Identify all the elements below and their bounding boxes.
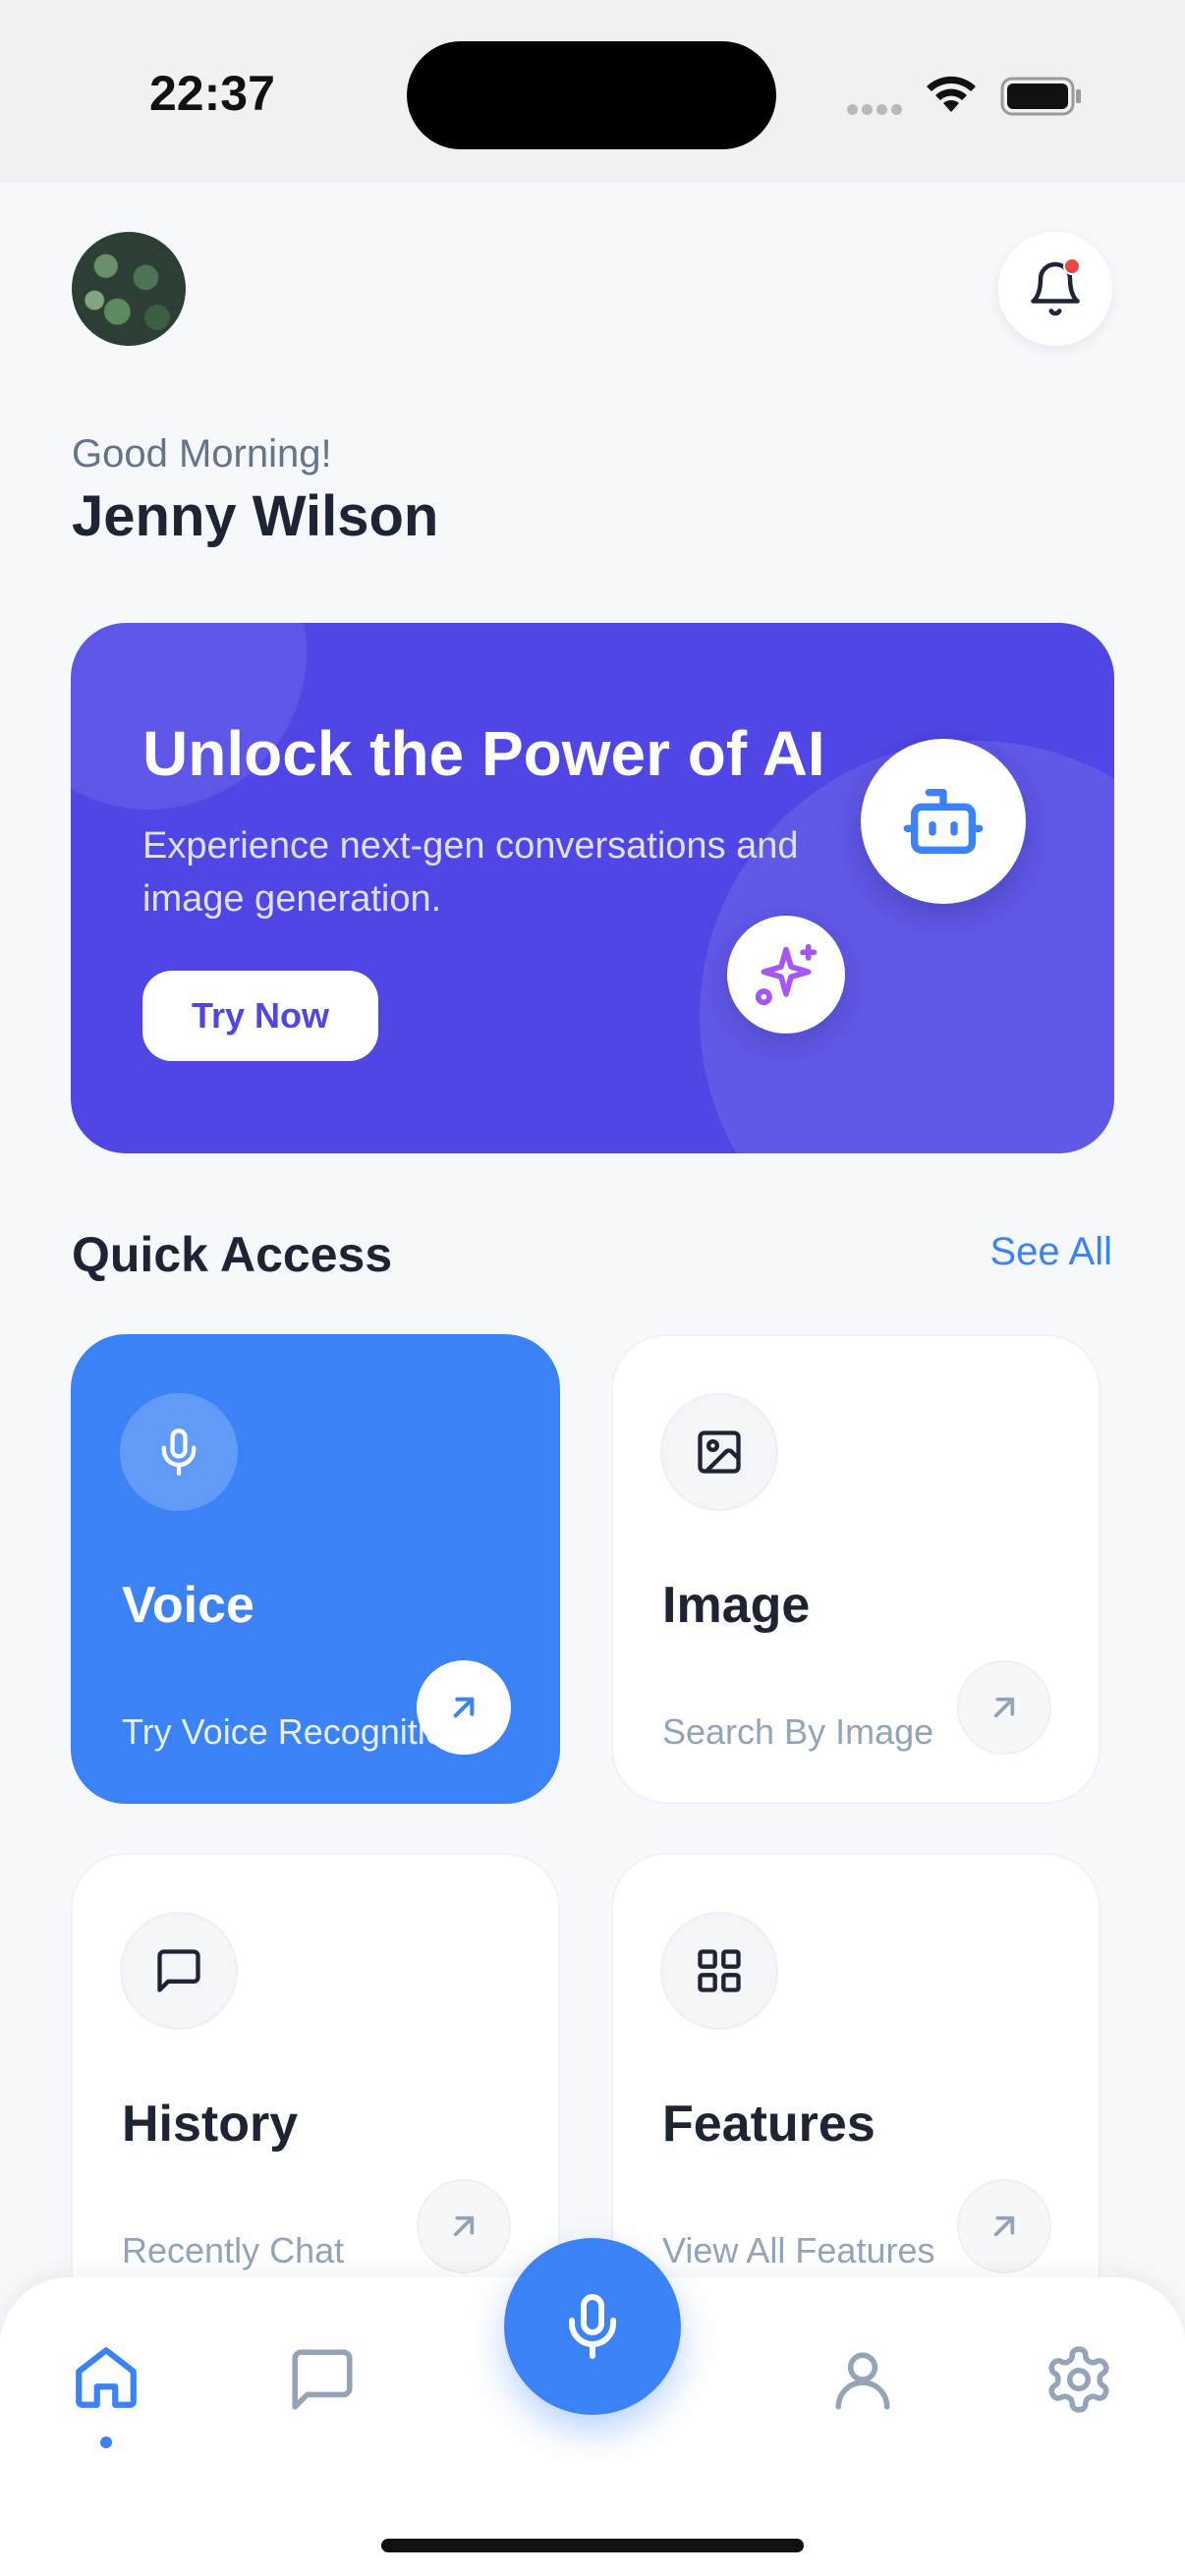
chat-bubble-icon [157,1949,200,1992]
nav-item-home[interactable] [57,2328,155,2427]
voice-record-button[interactable] [504,2238,681,2415]
notification-dot [1063,257,1081,275]
tile-open-button[interactable] [957,2179,1051,2273]
arrow-up-right-icon [993,2215,1015,2237]
greeting-text: Good Morning! [72,432,332,476]
image-icon [698,1430,741,1474]
arrow-up-right-icon [453,2215,475,2237]
tile-icon-wrap [660,1393,778,1511]
tile-icon-wrap [660,1912,778,2030]
user-name: Jenny Wilson [72,484,439,548]
wifi-icon [927,76,976,112]
home-icon [76,2347,137,2408]
tile-voice[interactable]: Voice Try Voice Recognition [71,1334,560,1804]
tile-image[interactable]: Image Search By Image [611,1334,1100,1804]
dynamic-island [407,41,776,149]
promo-subtitle: Experience next-gen conversations and im… [142,825,799,920]
notification-button[interactable] [998,232,1112,346]
nav-active-indicator [100,2436,112,2448]
arrow-up-right-icon [453,1697,475,1718]
microphone-icon [569,2294,616,2359]
tile-title: Voice [122,1577,254,1634]
user-icon [835,2352,890,2410]
grid-icon [698,1949,741,1992]
chat-bubble-icon [292,2349,353,2410]
try-now-button[interactable]: Try Now [142,971,378,1061]
promo-title: Unlock the Power of AI [142,718,825,789]
avatar[interactable] [72,232,186,346]
cellular-signal-icon [847,102,906,120]
nav-item-profile[interactable] [814,2330,912,2429]
robot-bubble [861,739,1026,904]
sparkle-bubble [727,916,845,1034]
battery-icon [1000,77,1081,116]
promo-banner: Unlock the Power of AI Experience next-g… [71,623,1114,1153]
sparkle-icon [755,943,818,1006]
quick-access-title: Quick Access [72,1227,393,1282]
arrow-up-right-icon [993,1697,1015,1718]
status-time: 22:37 [149,66,275,121]
tile-history[interactable]: History Recently Chat [71,1853,560,2323]
tile-open-button[interactable] [417,2179,511,2273]
home-indicator[interactable] [381,2539,804,2552]
nav-item-settings[interactable] [1030,2330,1128,2429]
tile-title: History [122,2096,299,2153]
tile-icon-wrap [120,1912,238,2030]
tile-open-button[interactable] [957,1660,1051,1755]
nav-item-chat[interactable] [273,2330,371,2429]
tile-icon-wrap [120,1393,238,1511]
tile-title: Features [662,2096,875,2153]
gear-icon [1048,2346,1109,2413]
microphone-icon [161,1428,197,1476]
status-bar: 22:37 [0,0,1185,183]
tile-features[interactable]: Features View All Features [611,1853,1100,2323]
tile-open-button[interactable] [417,1660,511,1755]
robot-icon [903,789,984,854]
see-all-link[interactable]: See All [989,1230,1112,1274]
tile-title: Image [662,1577,811,1634]
